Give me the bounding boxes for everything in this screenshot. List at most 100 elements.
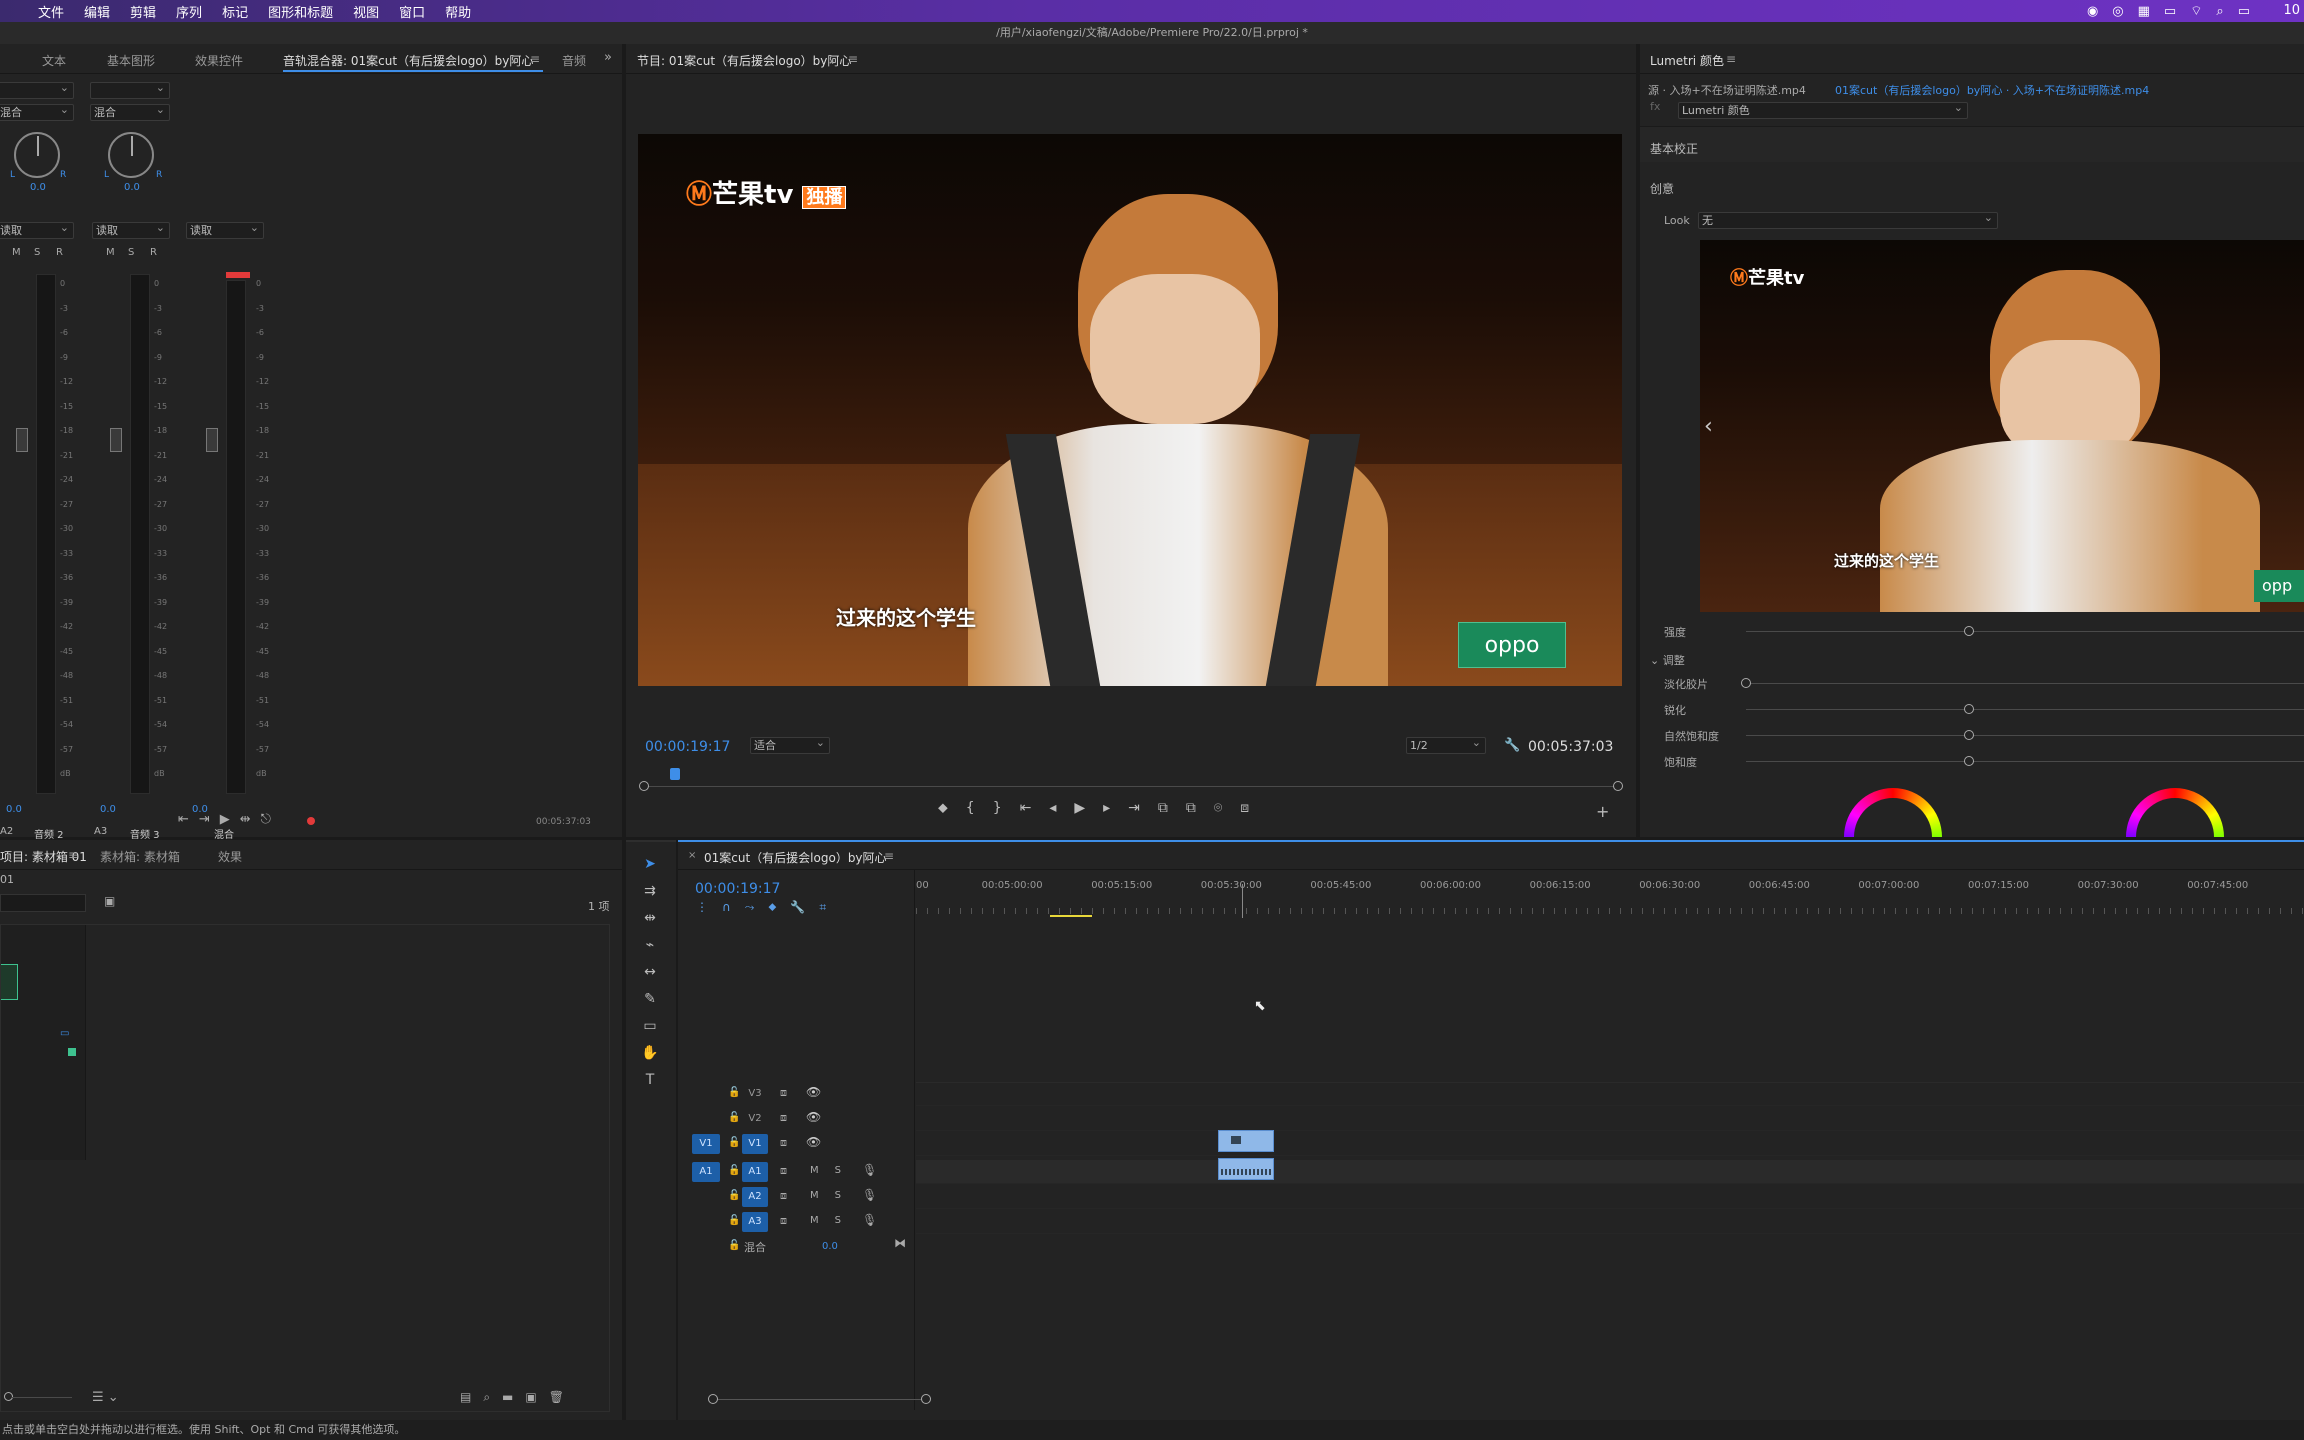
video-clip[interactable] xyxy=(1218,1130,1274,1152)
voiceover-record-icon[interactable]: 🎙 xyxy=(862,1188,877,1202)
menu-file[interactable]: 文件 xyxy=(28,2,74,21)
new-bin-icon[interactable]: ▣ xyxy=(104,894,115,908)
track-target-a1[interactable]: A1 xyxy=(742,1162,768,1182)
timeline-hscroll[interactable] xyxy=(714,1399,930,1400)
menu-view[interactable]: 视图 xyxy=(343,2,389,21)
timeline-ruler[interactable]: 00 00:05:00:00 00:05:15:00 00:05:30:00 00:05… xyxy=(916,870,2304,922)
track-lock-icon[interactable]: 🔓 xyxy=(728,1165,740,1176)
track-mute-solo[interactable]: MS xyxy=(810,1165,857,1176)
tab-audio[interactable]: 音频 xyxy=(562,52,586,69)
tab-text[interactable]: 文本 xyxy=(42,52,66,69)
channel-a2-read[interactable]: 读取 xyxy=(0,220,74,239)
adjust-slider-track[interactable] xyxy=(1746,761,2304,762)
project-bottom-tools[interactable]: ▤⌕▬▣🗑 xyxy=(460,1390,576,1405)
audio-clip[interactable] xyxy=(1218,1158,1274,1180)
channel-a3-pan-knob[interactable] xyxy=(108,132,154,178)
lumetri-sequence-clip[interactable]: 01案cut（有后援会logo）by阿心 · 入场+不在场证明陈述.mp4 xyxy=(1835,82,2149,98)
track-lock-icon[interactable]: 🔓 xyxy=(728,1215,740,1226)
track-select-tool-icon[interactable]: ⇉ xyxy=(640,883,660,899)
tab-essential-graphics[interactable]: 基本图形 xyxy=(107,52,155,69)
program-tab[interactable]: 节目: 01案cut（有后援会logo）by阿心 xyxy=(637,52,851,69)
track-lane-v2[interactable] xyxy=(916,1107,2304,1131)
channel-a2-solo[interactable]: S xyxy=(34,247,40,258)
channel-a3-fader[interactable] xyxy=(110,428,122,452)
menu-marker[interactable]: 标记 xyxy=(212,2,258,21)
adjust-slider-knob[interactable] xyxy=(1964,704,1975,714)
add-button-icon[interactable]: + xyxy=(1596,802,1609,821)
work-area-bar[interactable] xyxy=(1050,915,1092,917)
sync-lock-icon[interactable]: ⧈ xyxy=(780,1111,787,1125)
selection-tool-icon[interactable]: ➤ xyxy=(640,856,660,872)
record-button[interactable] xyxy=(307,817,315,825)
track-target-a2[interactable]: A2 xyxy=(742,1187,768,1207)
ripple-edit-tool-icon[interactable]: ⇹ xyxy=(640,910,660,926)
track-lane-v1[interactable] xyxy=(916,1132,2304,1156)
voiceover-record-icon[interactable]: 🎙 xyxy=(862,1213,877,1227)
panel-menu-icon[interactable]: ≡ xyxy=(530,52,540,66)
resolution-select[interactable]: 1/2 xyxy=(1406,735,1486,754)
creative-section[interactable]: 创意 xyxy=(1650,180,1674,197)
timeline-tab[interactable]: 01案cut（有后援会logo）by阿心 xyxy=(704,849,887,866)
channel-a2-pan-knob[interactable] xyxy=(14,132,60,178)
track-target-v3[interactable]: V3 xyxy=(742,1084,768,1104)
adjust-slider-track[interactable] xyxy=(1746,683,2304,684)
track-mute-solo[interactable]: MS xyxy=(810,1215,857,1226)
voiceover-record-icon[interactable]: 🎙 xyxy=(862,1163,877,1177)
project-search-input[interactable] xyxy=(0,894,86,912)
channel-a3-read[interactable]: 读取 xyxy=(92,220,170,239)
track-lock-icon[interactable]: 🔓 xyxy=(728,1190,740,1201)
source-patch-a1[interactable]: A1 xyxy=(692,1162,720,1182)
track-lane-v3[interactable] xyxy=(916,1082,2304,1106)
track-visibility-eye-icon[interactable]: 👁 xyxy=(806,1135,821,1149)
menu-clip[interactable]: 剪辑 xyxy=(120,2,166,21)
timeline-scroll-right[interactable] xyxy=(921,1394,931,1404)
hand-tool-icon[interactable]: ✋ xyxy=(640,1045,660,1061)
timeline-toolbar[interactable]: ⋮∩⤳⬥🔧⌗ xyxy=(696,900,840,915)
timeline-menu-icon[interactable]: ≡ xyxy=(884,849,894,863)
rectangle-tool-icon[interactable]: ▭ xyxy=(640,1018,660,1034)
slip-tool-icon[interactable]: ↔ xyxy=(640,964,660,980)
list-view-icon[interactable]: ☰ ⌄ xyxy=(92,1390,119,1405)
track-visibility-eye-icon[interactable]: 👁 xyxy=(806,1085,821,1099)
settings-wrench-icon[interactable]: 🔧 xyxy=(1504,738,1520,753)
source-patch-v1[interactable]: V1 xyxy=(692,1134,720,1154)
program-current-timecode[interactable]: 00:00:19:17 xyxy=(645,739,730,755)
color-wheel-2[interactable] xyxy=(2126,788,2224,837)
zoom-slider[interactable] xyxy=(12,1397,72,1398)
track-target-v1[interactable]: V1 xyxy=(742,1134,768,1154)
more-tabs-icon[interactable]: » xyxy=(604,50,612,65)
master-read[interactable]: 读取 xyxy=(186,220,264,239)
look-select[interactable]: 无 xyxy=(1698,210,1998,229)
look-prev-arrow-icon[interactable]: ‹ xyxy=(1704,414,1713,439)
sync-lock-icon[interactable]: ⧈ xyxy=(780,1086,787,1100)
adjust-slider-knob[interactable] xyxy=(1964,756,1975,766)
track-mute-solo[interactable]: MS xyxy=(810,1190,857,1201)
scrub-right-handle[interactable] xyxy=(1613,781,1623,791)
mix-track-value[interactable]: 0.0 xyxy=(822,1241,838,1252)
timeline-timecode[interactable]: 00:00:19:17 xyxy=(695,881,780,897)
master-fader[interactable] xyxy=(206,428,218,452)
tab-bin[interactable]: 素材箱: 素材箱 xyxy=(100,848,180,865)
program-video-frame[interactable]: Ⓜ芒果tv 独播 过来的这个学生 oppo xyxy=(638,134,1622,686)
channel-a2-effect-select[interactable] xyxy=(0,80,74,99)
project-menu-icon[interactable]: ≡ xyxy=(68,848,78,862)
track-lock-icon[interactable]: 🔓 xyxy=(728,1137,740,1148)
track-lane-a2[interactable] xyxy=(916,1185,2304,1209)
type-tool-icon[interactable]: T xyxy=(640,1072,660,1088)
mix-end-icon[interactable]: ⧓ xyxy=(894,1236,906,1250)
tab-effect-controls[interactable]: 效果控件 xyxy=(195,52,243,69)
mix-lock-icon[interactable]: 🔓 xyxy=(728,1240,740,1251)
channel-a2-fader[interactable] xyxy=(16,428,28,452)
track-visibility-eye-icon[interactable]: 👁 xyxy=(806,1110,821,1124)
program-menu-icon[interactable]: ≡ xyxy=(848,52,858,66)
adjust-slider-track[interactable] xyxy=(1746,735,2304,736)
menu-help[interactable]: 帮助 xyxy=(435,2,481,21)
channel-a2-record[interactable]: R xyxy=(56,247,63,258)
basic-correction-section[interactable]: 基本校正 xyxy=(1650,140,1698,157)
track-lane-a3[interactable] xyxy=(916,1210,2304,1234)
sync-lock-icon[interactable]: ⧈ xyxy=(780,1164,787,1178)
track-lane-a1[interactable] xyxy=(916,1160,2304,1184)
adjust-slider-knob[interactable] xyxy=(1741,678,1751,688)
color-wheel-1[interactable] xyxy=(1844,788,1942,837)
track-target-a3[interactable]: A3 xyxy=(742,1212,768,1232)
